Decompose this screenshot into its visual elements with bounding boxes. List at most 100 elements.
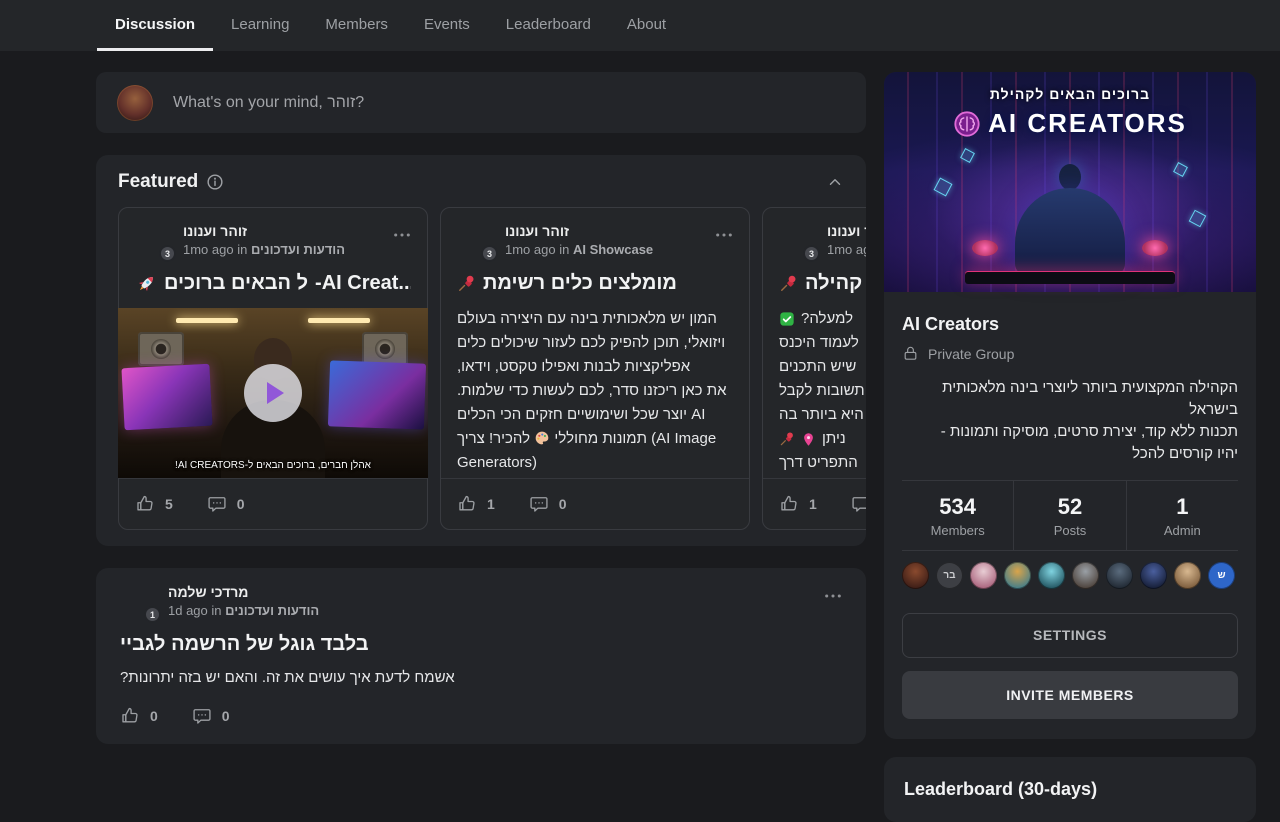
palette-icon bbox=[534, 430, 550, 446]
video-caption: אהלן חברים, ברוכים הבאים ל-AI CREATORS! bbox=[118, 460, 428, 471]
settings-button[interactable]: SETTINGS bbox=[902, 613, 1238, 658]
author-name[interactable]: זוהר וענונו bbox=[505, 223, 709, 239]
like-count: 1 bbox=[487, 496, 495, 512]
comment-icon[interactable] bbox=[192, 706, 212, 726]
member-avatar[interactable] bbox=[970, 562, 997, 589]
composer-placeholder: What's on your mind, זוהר? bbox=[173, 94, 364, 112]
post-body-part1: בעולם היצירה עם בינה מלאכותית יש המון כל… bbox=[457, 310, 727, 447]
post-title-hebrew: ברוכים הבאים ל bbox=[164, 272, 308, 295]
post-menu-icon[interactable] bbox=[818, 584, 842, 604]
like-count: 0 bbox=[150, 708, 158, 724]
play-icon[interactable] bbox=[244, 364, 302, 422]
body-line: ניתן bbox=[822, 427, 846, 451]
chevron-up-icon[interactable] bbox=[826, 173, 844, 191]
group-stat: 534 Members bbox=[902, 481, 1013, 550]
group-stat: 1 Admin bbox=[1126, 481, 1238, 550]
featured-cards-row: 3 זוהר וענונו 1mo ago in הודעות ועדכונים… bbox=[118, 207, 866, 530]
body-line: בה ביותר היא bbox=[779, 403, 864, 427]
like-icon[interactable] bbox=[120, 706, 140, 726]
body-line: דרך התפריט bbox=[779, 451, 858, 475]
member-avatar[interactable] bbox=[902, 562, 929, 589]
stat-value: 534 bbox=[902, 494, 1013, 520]
nav-tab-label: Discussion bbox=[115, 16, 195, 33]
brain-icon bbox=[953, 110, 981, 138]
comment-icon[interactable] bbox=[529, 494, 549, 514]
post-composer[interactable]: What's on your mind, זוהר? bbox=[96, 72, 866, 133]
member-avatar[interactable] bbox=[1174, 562, 1201, 589]
comment-icon[interactable] bbox=[851, 494, 866, 514]
featured-card-welcome[interactable]: 3 זוהר וענונו 1mo ago in הודעות ועדכונים… bbox=[118, 207, 428, 530]
banner-welcome-text: ברוכים הבאים לקהילת bbox=[884, 86, 1256, 102]
author-name[interactable]: זוהר וענונו bbox=[827, 223, 866, 239]
like-icon[interactable] bbox=[779, 494, 799, 514]
level-badge: 3 bbox=[159, 245, 176, 262]
like-icon[interactable] bbox=[135, 494, 155, 514]
member-avatar[interactable] bbox=[1140, 562, 1167, 589]
post-time: 1mo ago in bbox=[505, 242, 569, 257]
nav-tab[interactable]: Leaderboard bbox=[488, 0, 609, 51]
nav-tab[interactable]: Members bbox=[307, 0, 406, 51]
featured-card-tools[interactable]: 3 זוהר וענונו 1mo ago in AI Showcase רשי… bbox=[440, 207, 750, 530]
leaderboard-title: Leaderboard (30-days) bbox=[904, 779, 1236, 800]
like-icon[interactable] bbox=[457, 494, 477, 514]
post-body: אשמח לדעת איך עושים את זה. והאם יש בזה י… bbox=[120, 666, 842, 690]
nav-tab-label: About bbox=[627, 16, 666, 33]
stat-label: Posts bbox=[1014, 523, 1125, 538]
feed-post[interactable]: 1 מרדכי שלמה 1d ago in הודעות ועדכונים ל… bbox=[96, 568, 866, 744]
comment-icon[interactable] bbox=[207, 494, 227, 514]
nav-tab-label: Events bbox=[424, 16, 470, 33]
post-category[interactable]: הודעות ועדכונים bbox=[251, 242, 345, 257]
member-avatar[interactable] bbox=[1072, 562, 1099, 589]
post-time: 1mo ago in bbox=[827, 242, 866, 257]
featured-card-community[interactable]: 3 זוהר וענונו 1mo ago in קהילה למעלה? הי… bbox=[762, 207, 866, 530]
post-time: 1mo ago in bbox=[183, 242, 247, 257]
nav-tab[interactable]: Events bbox=[406, 0, 488, 51]
member-avatar[interactable] bbox=[1038, 562, 1065, 589]
comment-count: 0 bbox=[559, 496, 567, 512]
post-time: 1d ago in bbox=[168, 603, 222, 618]
member-avatar[interactable] bbox=[1004, 562, 1031, 589]
group-description: הקהילה המקצועית ביותר ליוצרי בינה מלאכות… bbox=[902, 377, 1238, 465]
invite-members-button[interactable]: INVITE MEMBERS bbox=[902, 671, 1238, 719]
post-category[interactable]: הודעות ועדכונים bbox=[225, 603, 319, 618]
group-stat: 52 Posts bbox=[1013, 481, 1125, 550]
stat-label: Admin bbox=[1127, 523, 1238, 538]
member-avatar[interactable] bbox=[1106, 562, 1133, 589]
pushpin-icon bbox=[779, 274, 798, 293]
level-badge: 1 bbox=[144, 606, 161, 623]
nav-tab[interactable]: About bbox=[609, 0, 684, 51]
stat-label: Members bbox=[902, 523, 1013, 538]
post-menu-icon[interactable] bbox=[709, 223, 733, 243]
post-menu-icon[interactable] bbox=[387, 223, 411, 243]
author-name[interactable]: מרדכי שלמה bbox=[168, 584, 818, 600]
member-avatar[interactable]: ש bbox=[1208, 562, 1235, 589]
round-pin-icon bbox=[801, 432, 816, 447]
post-body: למעלה? היכנס לעמוד התכנים שיש לקבל תשובו… bbox=[779, 307, 866, 475]
post-title-hebrew: רשימת כלים מומלצים bbox=[483, 272, 677, 295]
author-name[interactable]: זוהר וענונו bbox=[183, 223, 387, 239]
nav-tab-label: Leaderboard bbox=[506, 16, 591, 33]
member-avatars-row: בר ש bbox=[902, 550, 1238, 599]
featured-title: Featured bbox=[118, 171, 198, 193]
body-line: למעלה? bbox=[801, 307, 853, 331]
pushpin-icon bbox=[457, 274, 476, 293]
group-card: ברוכים הבאים לקהילת AI CREATORS AI Creat… bbox=[884, 72, 1256, 739]
nav-tab-label: Members bbox=[325, 16, 388, 33]
featured-section: Featured 3 זוהר וענונו 1mo ago in הודעות… bbox=[96, 155, 866, 546]
info-circle-icon[interactable] bbox=[206, 173, 224, 191]
check-icon bbox=[779, 311, 795, 327]
level-badge: 3 bbox=[803, 245, 820, 262]
nav-tab[interactable]: Learning bbox=[213, 0, 307, 51]
rocket-icon bbox=[135, 273, 157, 295]
member-avatar[interactable]: בר bbox=[936, 562, 963, 589]
post-category[interactable]: AI Showcase bbox=[573, 242, 653, 257]
nav-tab[interactable]: Discussion bbox=[97, 0, 213, 51]
group-privacy-label: Private Group bbox=[928, 346, 1014, 362]
body-line: היכנס לעמוד bbox=[779, 331, 859, 355]
video-thumbnail[interactable]: אהלן חברים, ברוכים הבאים ל-AI CREATORS! bbox=[118, 308, 428, 478]
like-count: 5 bbox=[165, 496, 173, 512]
group-stats: 534 Members 52 Posts 1 Admin bbox=[902, 480, 1238, 550]
nav-tab-label: Learning bbox=[231, 16, 289, 33]
leaderboard-card: Leaderboard (30-days) bbox=[884, 757, 1256, 822]
stat-value: 1 bbox=[1127, 494, 1238, 520]
